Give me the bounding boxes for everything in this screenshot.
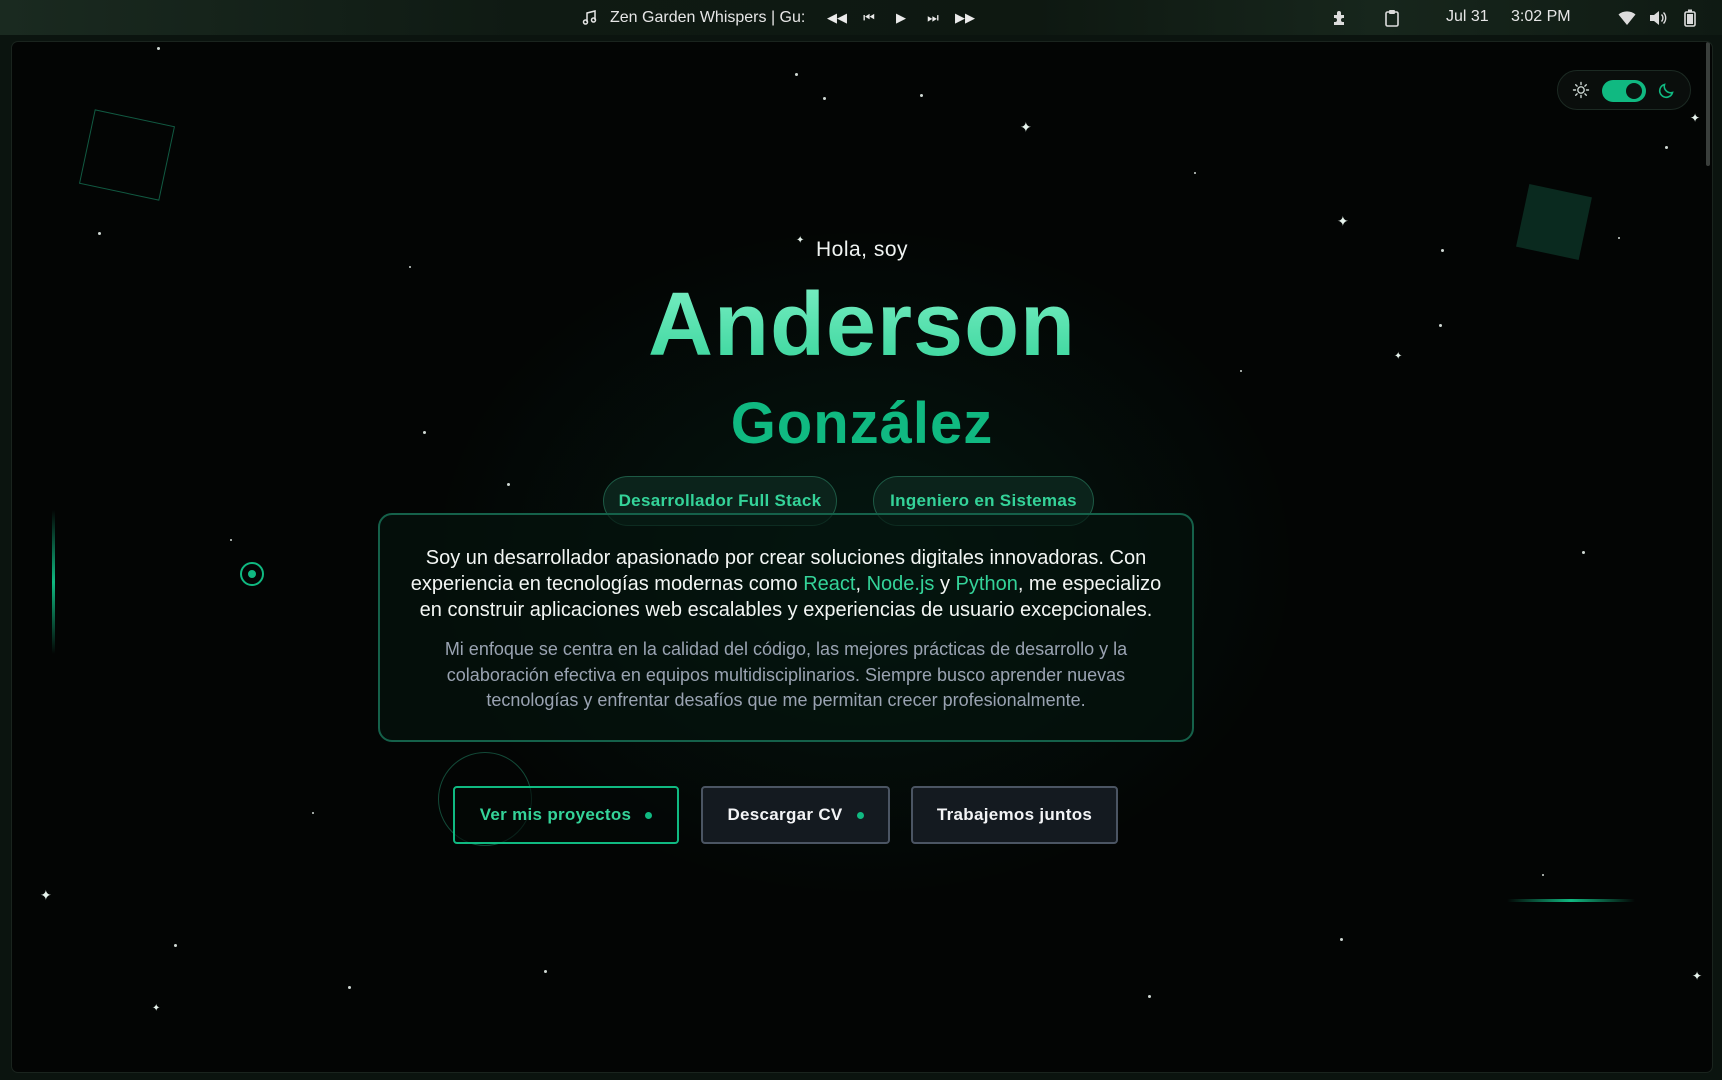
play-icon[interactable]: ▶	[890, 8, 912, 28]
download-cv-button[interactable]: Descargar CV	[701, 786, 890, 844]
star	[1148, 995, 1151, 998]
work-together-label: Trabajemos juntos	[936, 805, 1093, 824]
time-label: 3:02 PM	[1511, 8, 1571, 25]
sparkle-icon: ✦	[1692, 969, 1703, 983]
rewind-icon[interactable]: ◀◀	[826, 8, 848, 28]
star	[312, 812, 314, 814]
about-card: Soy un desarrollador apasionado por crea…	[378, 513, 1194, 742]
separator-text: y	[934, 573, 956, 595]
star	[409, 266, 411, 268]
star	[98, 232, 101, 235]
extensions-icon[interactable]	[1330, 8, 1350, 28]
date-label: Jul 31	[1446, 8, 1489, 25]
greeting-text: Hola, soy	[815, 238, 909, 261]
star	[507, 483, 510, 486]
tech-react: React	[803, 573, 856, 595]
previous-track-icon[interactable]: ⏮	[858, 8, 880, 28]
media-player: Zen Garden Whispers | Gu: ◀◀ ⏮ ▶ ⏭ ▶▶	[578, 0, 976, 35]
next-track-icon[interactable]: ⏭	[922, 8, 944, 28]
clipboard-icon[interactable]	[1382, 8, 1402, 28]
star	[348, 986, 351, 989]
dot-icon	[645, 811, 653, 819]
wifi-icon[interactable]	[1617, 8, 1637, 28]
tech-python: Python	[955, 573, 1018, 595]
view-projects-button[interactable]: Ver mis proyectos	[453, 786, 679, 844]
page-scrollbar[interactable]	[1706, 42, 1710, 166]
sparkle-icon: ✦	[1337, 213, 1349, 229]
system-top-bar: Zen Garden Whispers | Gu: ◀◀ ⏮ ▶ ⏭ ▶▶ Ju…	[0, 0, 1722, 35]
browser-window: ✦ ✦ ✦ ✦ ✦ ✦ ✦ ✦ Hola, soy Anderson Gonzá…	[12, 42, 1712, 1072]
view-projects-label: Ver mis proyectos	[479, 805, 632, 824]
sparkle-icon: ✦	[152, 1003, 161, 1014]
star	[174, 944, 177, 947]
star	[823, 97, 826, 100]
star	[1665, 146, 1668, 149]
sun-icon[interactable]	[1572, 81, 1590, 99]
sparkle-icon: ✦	[1020, 119, 1032, 135]
vertical-glow-line	[52, 510, 55, 654]
about-paragraph-primary: Soy un desarrollador apasionado por crea…	[410, 545, 1162, 623]
sparkle-icon: ✦	[40, 887, 52, 903]
star	[1582, 551, 1585, 554]
theme-switch[interactable]	[1602, 80, 1646, 102]
separator-text: ,	[855, 573, 867, 595]
last-name-heading: González	[730, 391, 994, 456]
about-paragraph-secondary: Mi enfoque se centra en la calidad del c…	[444, 639, 1128, 710]
volume-icon[interactable]	[1648, 8, 1668, 28]
download-cv-label: Descargar CV	[727, 805, 843, 824]
battery-icon[interactable]	[1680, 8, 1700, 28]
target-ring-icon	[240, 562, 264, 586]
star	[1340, 938, 1343, 941]
music-note-icon	[578, 8, 600, 28]
sparkle-icon: ✦	[1690, 111, 1701, 125]
tech-nodejs: Node.js	[866, 573, 935, 595]
star	[157, 47, 160, 50]
switch-knob	[1626, 83, 1642, 99]
star	[544, 970, 547, 973]
media-title: Zen Garden Whispers | Gu:	[610, 8, 806, 26]
star	[795, 73, 798, 76]
star	[1542, 874, 1544, 876]
work-together-button[interactable]: Trabajemos juntos	[911, 786, 1118, 844]
outline-square-decoration	[78, 109, 176, 201]
moon-icon[interactable]	[1658, 81, 1676, 99]
fast-forward-icon[interactable]: ▶▶	[954, 8, 976, 28]
horizontal-glow-line	[1507, 899, 1635, 902]
dot-icon	[856, 811, 864, 819]
first-name-heading: Anderson	[12, 274, 1712, 377]
star	[1194, 172, 1196, 174]
star	[230, 539, 232, 541]
star	[920, 94, 923, 97]
theme-toggle[interactable]	[1557, 70, 1691, 110]
